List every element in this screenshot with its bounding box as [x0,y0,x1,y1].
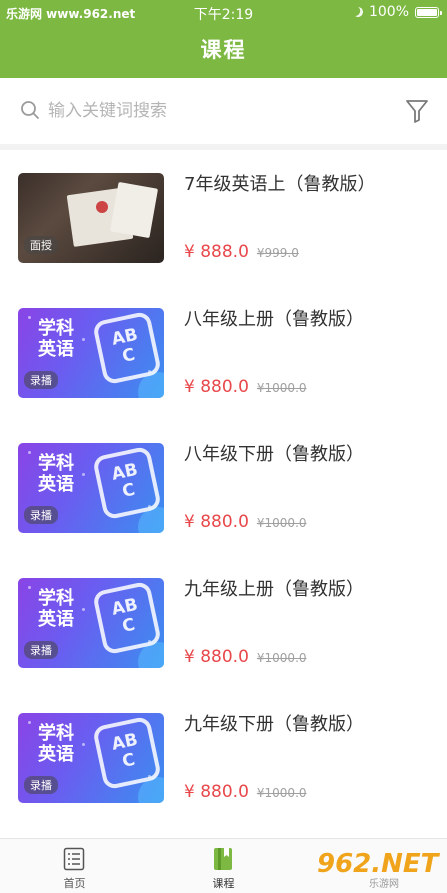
original-price: ¥1000.0 [256,786,307,800]
abc-block-icon: AB C [91,715,163,791]
course-title: 八年级上册（鲁教版） [184,309,364,330]
list-icon [63,847,85,871]
abc-block-icon: AB C [91,580,163,656]
filter-icon[interactable] [405,98,429,124]
original-price: ¥999.0 [256,246,299,260]
abc-block-icon: AB C [91,445,163,521]
tab-bar: 首页 课程 962.NET 乐游网 [0,838,447,893]
course-thumbnail: 学科 英语 AB C 录播 [18,713,164,803]
moon-icon [352,6,365,19]
page-title: 课程 [200,38,247,62]
course-type-badge: 录播 [24,371,58,389]
tab-courses[interactable]: 课程 [149,839,298,893]
course-thumbnail: 学科 英语 AB C 录播 [18,443,164,533]
price-row: ¥ 888.0 ¥999.0 [184,242,299,262]
book-icon [214,848,232,870]
course-title: 九年级上册（鲁教版） [184,579,364,600]
search-bar [0,78,447,144]
course-price: ¥ 880.0 [184,512,249,532]
subject-label: 学科 英语 [38,723,74,765]
tab-label: 课程 [212,877,235,890]
tab-label: 首页 [63,877,86,890]
subject-label: 学科 英语 [38,588,74,630]
course-title: 八年级下册（鲁教版） [184,444,364,465]
course-type-badge: 录播 [24,641,58,659]
course-thumbnail: 学科 英语 AB C 录播 [18,578,164,668]
status-bar: 乐游网 www.962.net 下午2:19 100% [0,0,447,26]
subject-label: 学科 英语 [38,318,74,360]
price-row: ¥ 880.0 ¥1000.0 [184,647,307,667]
search-input[interactable] [48,98,378,124]
original-price: ¥1000.0 [256,381,307,395]
course-price: ¥ 880.0 [184,782,249,802]
price-row: ¥ 880.0 ¥1000.0 [184,782,307,802]
course-price: ¥ 880.0 [184,647,249,667]
course-thumbnail: 学科 英语 AB C 录播 [18,308,164,398]
course-price: ¥ 880.0 [184,377,249,397]
battery-percent: 100% [368,4,409,20]
battery-icon [415,6,442,18]
list-item[interactable]: 学科 英语 AB C 录播 八年级下册（鲁教版） ¥ 880.0 ¥1000.0 [0,420,447,555]
price-row: ¥ 880.0 ¥1000.0 [184,377,307,397]
course-type-badge: 面授 [24,236,58,254]
course-price: ¥ 888.0 [184,242,249,262]
list-item[interactable]: 学科 英语 AB C 录播 九年级上册（鲁教版） ¥ 880.0 ¥1000.0 [0,555,447,690]
search-icon [21,101,39,119]
course-thumbnail: 面授 [18,173,164,263]
original-price: ¥1000.0 [256,516,307,530]
price-row: ¥ 880.0 ¥1000.0 [184,512,307,532]
list-item[interactable]: 面授 7年级英语上（鲁教版） ¥ 888.0 ¥999.0 [0,150,447,285]
watermark-sub: 乐游网 [369,879,399,890]
subject-label: 学科 英语 [38,453,74,495]
tab-home[interactable]: 首页 [0,839,149,893]
original-price: ¥1000.0 [256,651,307,665]
app-header: 乐游网 www.962.net 下午2:19 100% 课程 [0,0,447,78]
list-item[interactable]: 学科 英语 AB C 录播 八年级上册（鲁教版） ¥ 880.0 ¥1000.0 [0,285,447,420]
list-item[interactable]: 学科 英语 AB C 录播 九年级下册（鲁教版） ¥ 880.0 ¥1000.0 [0,690,447,825]
course-title: 7年级英语上（鲁教版） [184,174,376,195]
course-list: 面授 7年级英语上（鲁教版） ¥ 888.0 ¥999.0 学科 英语 AB C 录… [0,150,447,825]
course-type-badge: 录播 [24,776,58,794]
status-right: 100% [352,4,442,20]
watermark-logo: 962.NET 乐游网 [307,841,447,893]
course-type-badge: 录播 [24,506,58,524]
abc-block-icon: AB C [91,310,163,386]
course-title: 九年级下册（鲁教版） [184,714,364,735]
